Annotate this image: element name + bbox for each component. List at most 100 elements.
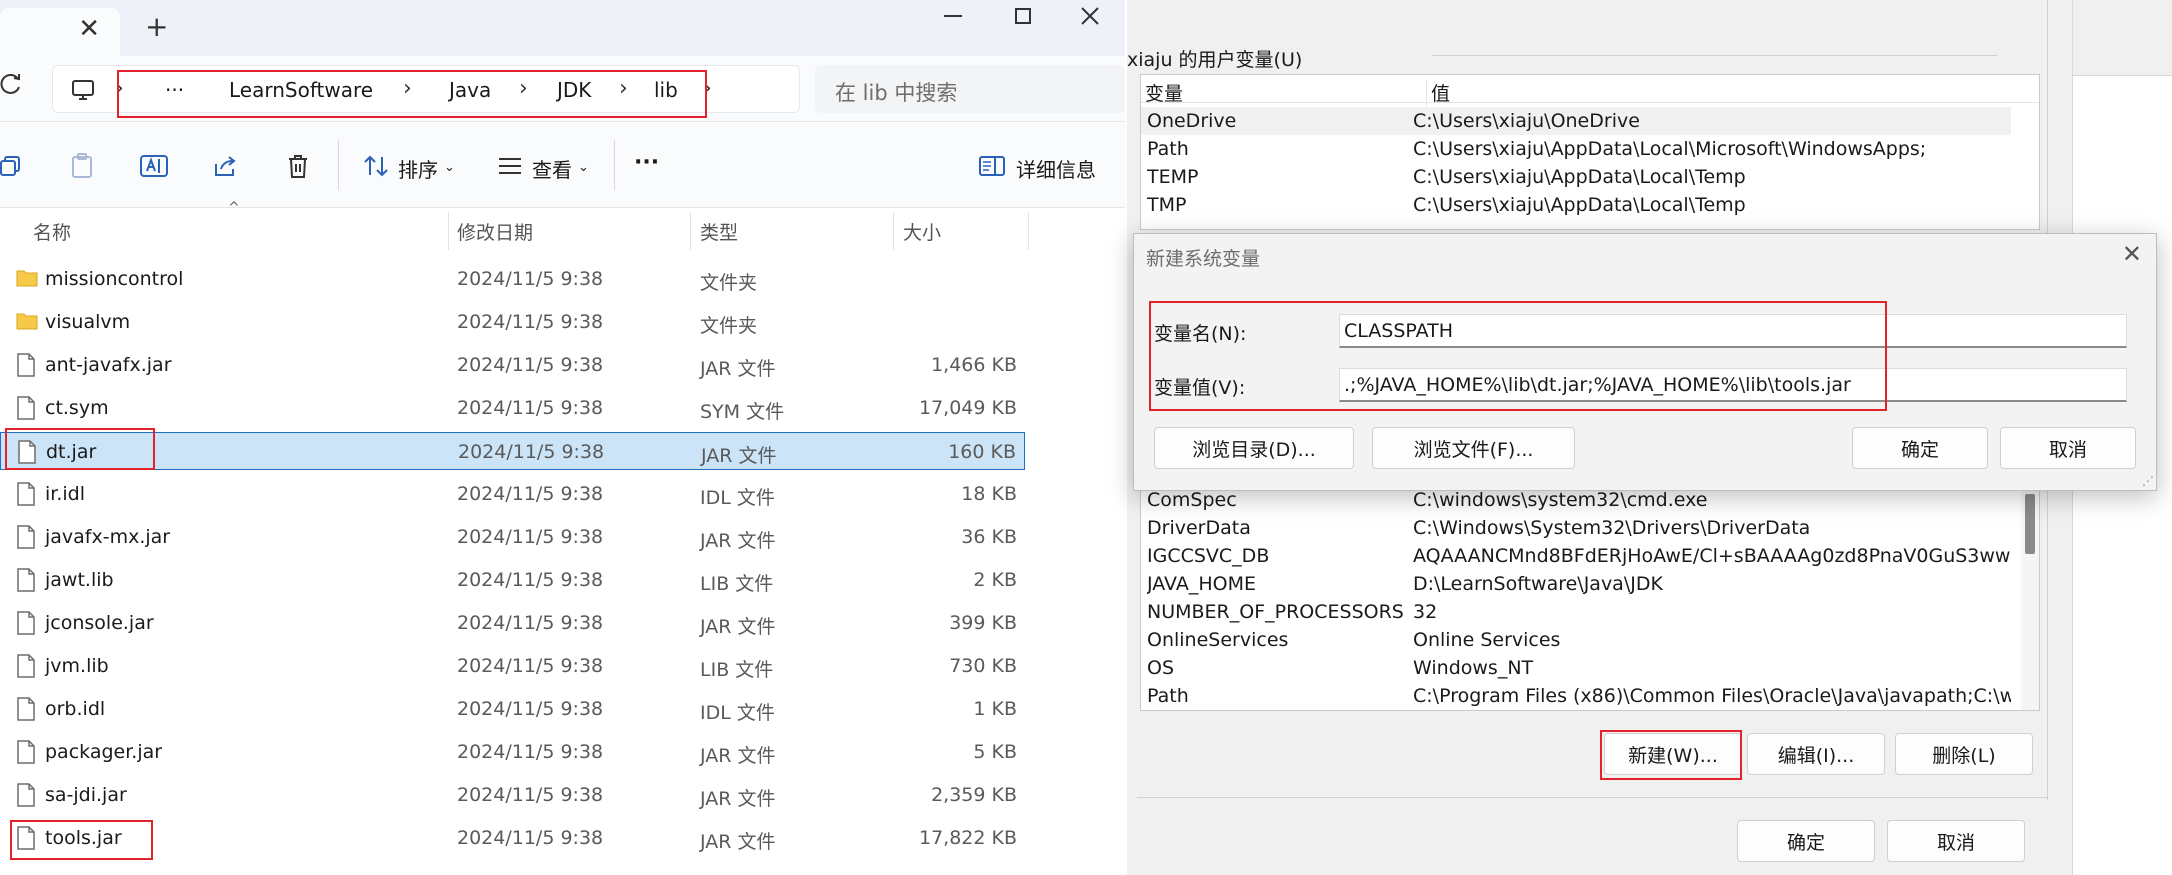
close-window-icon[interactable] — [1055, 0, 1125, 32]
breadcrumb-item-lib[interactable]: lib — [654, 78, 678, 102]
file-row[interactable]: javafx-mx.jar 2024/11/5 9:38 JAR 文件 36 KB — [0, 518, 1025, 556]
scrollbar-thumb[interactable] — [2025, 494, 2035, 554]
file-row[interactable]: packager.jar 2024/11/5 9:38 JAR 文件 5 KB — [0, 733, 1025, 771]
maximize-icon[interactable] — [988, 0, 1058, 32]
file-row[interactable]: jvm.lib 2024/11/5 9:38 LIB 文件 730 KB — [0, 647, 1025, 685]
variable-row[interactable]: OneDrive C:\Users\xiaju\OneDrive — [1141, 107, 2011, 135]
more-options-button[interactable]: ··· — [634, 150, 659, 175]
file-type: LIB 文件 — [700, 659, 774, 681]
column-divider[interactable] — [690, 212, 691, 250]
refresh-icon[interactable] — [0, 72, 22, 103]
ok-button[interactable]: 确定 — [1737, 820, 1875, 862]
share-icon[interactable] — [210, 150, 242, 182]
chevron-down-icon[interactable]: ⌄ — [578, 160, 589, 175]
file-type: JAR 文件 — [700, 831, 776, 853]
column-header-type[interactable]: 类型 — [700, 218, 738, 245]
cancel-button[interactable]: 取消 — [1887, 820, 2025, 862]
breadcrumb-item-learnsoftware[interactable]: LearnSoftware — [229, 78, 373, 102]
delete-variable-button[interactable]: 删除(L) — [1895, 733, 2033, 775]
column-divider[interactable] — [448, 212, 449, 250]
ok-button[interactable]: 确定 — [1852, 427, 1988, 469]
file-date: 2024/11/5 9:38 — [457, 354, 604, 376]
search-input[interactable]: 在 lib 中搜索 — [815, 65, 1125, 113]
column-header-value[interactable]: 值 — [1426, 79, 1450, 106]
breadcrumb[interactable]: › ··· LearnSoftware › Java › JDK › lib › — [52, 65, 800, 113]
variable-row[interactable]: JAVA_HOME D:\LearnSoftware\Java\JDK — [1141, 570, 2011, 598]
chevron-right-icon[interactable]: › — [403, 76, 412, 101]
column-divider[interactable] — [1028, 212, 1029, 250]
scrollbar[interactable] — [2021, 486, 2039, 710]
chevron-right-icon[interactable]: › — [619, 76, 628, 101]
sort-icon[interactable] — [360, 150, 392, 182]
variable-row[interactable]: TEMP C:\Users\xiaju\AppData\Local\Temp — [1141, 163, 2011, 191]
chevron-right-icon[interactable]: › — [703, 76, 712, 101]
file-name: ct.sym — [45, 397, 109, 419]
file-type: LIB 文件 — [700, 573, 774, 595]
variable-name: OS — [1147, 657, 1175, 679]
file-type: JAR 文件 — [700, 616, 776, 638]
variable-row[interactable]: OnlineServices Online Services — [1141, 626, 2011, 654]
close-icon[interactable]: ✕ — [2122, 240, 2142, 268]
view-button[interactable]: 查看 — [532, 154, 572, 183]
browse-directory-button[interactable]: 浏览目录(D)... — [1154, 427, 1354, 469]
file-row[interactable]: ant-javafx.jar 2024/11/5 9:38 JAR 文件 1,466 … — [0, 346, 1025, 384]
variable-row[interactable]: NUMBER_OF_PROCESSORS 32 — [1141, 598, 2011, 626]
variable-row[interactable]: OS Windows_NT — [1141, 654, 2011, 682]
rename-icon[interactable] — [138, 150, 170, 182]
copy-icon[interactable] — [0, 150, 26, 182]
variable-name: TMP — [1147, 194, 1187, 216]
file-size: 18 KB — [961, 483, 1017, 505]
file-row[interactable]: dt.jar 2024/11/5 9:38 JAR 文件 160 KB — [0, 432, 1025, 470]
paste-icon[interactable] — [66, 150, 98, 182]
view-icon[interactable] — [494, 150, 526, 182]
breadcrumb-item-java[interactable]: Java — [449, 78, 491, 102]
variable-row[interactable]: DriverData C:\Windows\System32\Drivers\Dr… — [1141, 514, 2011, 542]
column-divider[interactable] — [893, 212, 894, 250]
delete-icon[interactable] — [282, 150, 314, 182]
file-row[interactable]: jconsole.jar 2024/11/5 9:38 JAR 文件 399 KB — [0, 604, 1025, 642]
variable-row[interactable]: Path C:\Program Files (x86)\Common Files\… — [1141, 682, 2011, 710]
file-row[interactable]: orb.idl 2024/11/5 9:38 IDL 文件 1 KB — [0, 690, 1025, 728]
file-name: jconsole.jar — [45, 612, 154, 634]
variable-value: C:\windows\system32\cmd.exe — [1413, 489, 1708, 511]
chevron-right-icon[interactable]: › — [115, 76, 124, 101]
browse-file-button[interactable]: 浏览文件(F)... — [1372, 427, 1575, 469]
column-header-date[interactable]: 修改日期 — [457, 218, 533, 245]
file-row[interactable]: ct.sym 2024/11/5 9:38 SYM 文件 17,049 KB — [0, 389, 1025, 427]
new-tab-icon[interactable]: + — [145, 10, 168, 43]
file-row[interactable]: sa-jdi.jar 2024/11/5 9:38 JAR 文件 2,359 KB — [0, 776, 1025, 814]
column-header-size[interactable]: 大小 — [903, 218, 941, 245]
file-size: 1,466 KB — [931, 354, 1017, 376]
chevron-right-icon[interactable]: › — [519, 76, 528, 101]
variable-row[interactable]: Path C:\Users\xiaju\AppData\Local\Microso… — [1141, 135, 2011, 163]
file-row[interactable]: tools.jar 2024/11/5 9:38 JAR 文件 17,822 KB — [0, 819, 1025, 857]
variable-name-field[interactable]: CLASSPATH — [1339, 314, 2127, 348]
file-row[interactable]: visualvm 2024/11/5 9:38 文件夹 — [0, 303, 1025, 341]
variable-row[interactable]: TMP C:\Users\xiaju\AppData\Local\Temp — [1141, 191, 2011, 219]
column-header-variable[interactable]: 变量 — [1145, 79, 1183, 106]
close-tab-icon[interactable]: ✕ — [78, 14, 100, 44]
breadcrumb-item-jdk[interactable]: JDK — [557, 78, 591, 102]
details-button[interactable]: 详细信息 — [1016, 154, 1096, 183]
variable-row[interactable]: IGCCSVC_DB AQAAANCMnd8BFdERjHoAwE/Cl+sBAA… — [1141, 542, 2011, 570]
variable-value: C:\Users\xiaju\OneDrive — [1413, 110, 1640, 132]
user-variables-list[interactable]: 变量 值 OneDrive C:\Users\xiaju\OneDrive Path… — [1140, 74, 2040, 230]
new-variable-button[interactable]: 新建(W)... — [1604, 733, 1742, 775]
details-pane-icon[interactable] — [976, 150, 1008, 182]
computer-icon[interactable] — [71, 78, 95, 106]
cancel-button[interactable]: 取消 — [2000, 427, 2136, 469]
sort-button[interactable]: 排序 — [398, 154, 438, 183]
minimize-icon[interactable] — [918, 0, 988, 32]
system-variables-list[interactable]: ComSpec C:\windows\system32\cmd.exe Driver… — [1140, 485, 2040, 711]
resize-grip-icon[interactable]: ⋰ — [2142, 474, 2154, 488]
breadcrumb-more[interactable]: ··· — [165, 78, 184, 102]
file-row[interactable]: ir.idl 2024/11/5 9:38 IDL 文件 18 KB — [0, 475, 1025, 513]
edit-variable-button[interactable]: 编辑(I)... — [1747, 733, 1885, 775]
explorer-tab[interactable]: ✕ — [0, 8, 120, 56]
file-row[interactable]: missioncontrol 2024/11/5 9:38 文件夹 — [0, 260, 1025, 298]
chevron-down-icon[interactable]: ⌄ — [444, 160, 455, 175]
variable-value-field[interactable]: .;%JAVA_HOME%\lib\dt.jar;%JAVA_HOME%\lib… — [1339, 368, 2127, 402]
file-type: 文件夹 — [700, 272, 758, 294]
column-header-name[interactable]: 名称 — [33, 218, 71, 245]
file-row[interactable]: jawt.lib 2024/11/5 9:38 LIB 文件 2 KB — [0, 561, 1025, 599]
